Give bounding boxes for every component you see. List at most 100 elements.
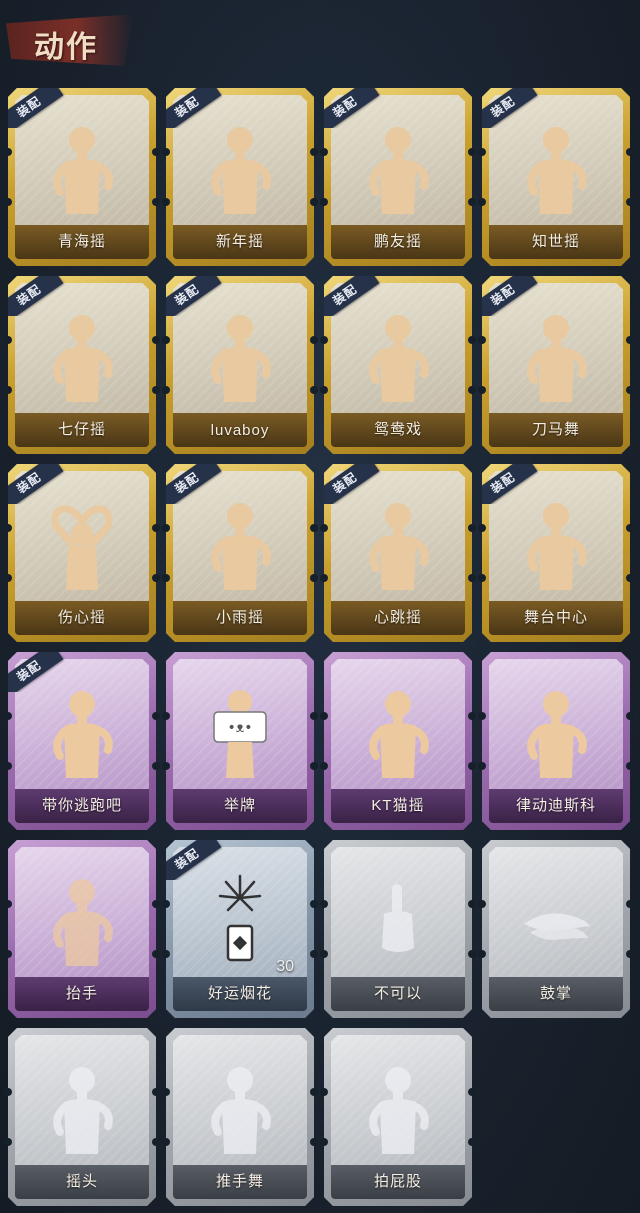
dance-figure-icon bbox=[200, 304, 280, 404]
emote-card[interactable]: KT猫摇 bbox=[320, 652, 476, 830]
equipped-badge-label: 装配 bbox=[482, 464, 538, 504]
frame-notch bbox=[320, 386, 328, 394]
equipped-ribbon: 装配 bbox=[324, 276, 382, 316]
frame-notch bbox=[320, 148, 328, 156]
frame-notch bbox=[310, 386, 318, 394]
emote-card[interactable]: 新年摇 装配 bbox=[162, 88, 318, 266]
frame-notch bbox=[320, 336, 328, 344]
frame-notch bbox=[152, 336, 160, 344]
frame-notch bbox=[4, 762, 12, 770]
dance-figure-icon bbox=[42, 304, 122, 404]
equipped-badge-label: 装配 bbox=[166, 276, 222, 316]
emote-card[interactable]: 不可以 bbox=[320, 840, 476, 1018]
frame-notch bbox=[626, 524, 634, 532]
frame-notch bbox=[320, 524, 328, 532]
frame-notch bbox=[310, 950, 318, 958]
dance-figure-icon bbox=[358, 304, 438, 404]
equipped-ribbon: 装配 bbox=[8, 652, 66, 692]
emote-name: KT猫摇 bbox=[371, 797, 425, 814]
dance-figure-icon bbox=[200, 116, 280, 216]
equipped-ribbon: 装配 bbox=[8, 464, 66, 504]
wagging-finger-icon bbox=[358, 868, 438, 968]
equipped-ribbon: 装配 bbox=[166, 276, 224, 316]
equipped-badge-label: 装配 bbox=[324, 88, 380, 128]
frame-notch bbox=[162, 900, 170, 908]
emote-card[interactable]: 摇头 bbox=[4, 1028, 160, 1206]
emote-card[interactable]: 鸳鸯戏 装配 bbox=[320, 276, 476, 454]
emote-card[interactable]: 心跳摇 装配 bbox=[320, 464, 476, 642]
equipped-badge-label: 装配 bbox=[482, 276, 538, 316]
frame-notch bbox=[478, 524, 486, 532]
frame-notch bbox=[152, 762, 160, 770]
equipped-ribbon: 装配 bbox=[482, 464, 540, 504]
pat-figure-icon bbox=[358, 1056, 438, 1156]
dance-figure-icon bbox=[42, 680, 122, 780]
frame-notch bbox=[162, 1088, 170, 1096]
emote-card[interactable]: luvaboy 装配 bbox=[162, 276, 318, 454]
emote-name: 心跳摇 bbox=[373, 609, 422, 626]
frame-notch bbox=[468, 574, 476, 582]
frame-notch bbox=[152, 574, 160, 582]
emote-card[interactable]: 刀马舞 装配 bbox=[478, 276, 634, 454]
emote-card[interactable]: 抬手 bbox=[4, 840, 160, 1018]
frame-notch bbox=[478, 336, 486, 344]
frame-notch bbox=[162, 336, 170, 344]
emote-card[interactable]: 青海摇 装配 bbox=[4, 88, 160, 266]
frame-notch bbox=[310, 762, 318, 770]
emote-card[interactable]: 推手舞 bbox=[162, 1028, 318, 1206]
frame-notch bbox=[320, 1138, 328, 1146]
emote-card[interactable]: 舞台中心 装配 bbox=[478, 464, 634, 642]
emote-name: 鸳鸯戏 bbox=[373, 421, 422, 438]
equipped-ribbon: 装配 bbox=[482, 88, 540, 128]
frame-notch bbox=[320, 762, 328, 770]
emote-card[interactable]: 拍屁股 bbox=[320, 1028, 476, 1206]
frame-notch bbox=[468, 712, 476, 720]
equipped-ribbon: 装配 bbox=[8, 276, 66, 316]
emote-card[interactable]: •ᴥ• 举牌 bbox=[162, 652, 318, 830]
dance-figure-icon bbox=[42, 116, 122, 216]
frame-notch bbox=[626, 148, 634, 156]
frame-notch bbox=[468, 762, 476, 770]
emote-name: 不可以 bbox=[373, 985, 422, 1002]
frame-notch bbox=[162, 574, 170, 582]
equipped-ribbon: 装配 bbox=[8, 88, 66, 128]
emote-name: 舞台中心 bbox=[523, 609, 588, 626]
emote-name: 推手舞 bbox=[215, 1173, 264, 1190]
emote-card[interactable]: 鼓掌 bbox=[478, 840, 634, 1018]
emote-card[interactable]: 鹏友摇 装配 bbox=[320, 88, 476, 266]
emote-card[interactable]: 带你逃跑吧 装配 bbox=[4, 652, 160, 830]
frame-notch bbox=[478, 762, 486, 770]
frame-notch bbox=[152, 386, 160, 394]
frame-notch bbox=[4, 148, 12, 156]
frame-notch bbox=[310, 336, 318, 344]
frame-notch bbox=[468, 950, 476, 958]
frame-notch bbox=[152, 1088, 160, 1096]
emote-name: 抬手 bbox=[65, 985, 98, 1002]
emote-card[interactable]: 好运烟花 30 装配 bbox=[162, 840, 318, 1018]
equipped-badge-label: 装配 bbox=[8, 88, 64, 128]
frame-notch bbox=[626, 198, 634, 206]
frame-notch bbox=[4, 950, 12, 958]
emote-name: 新年摇 bbox=[215, 233, 264, 250]
frame-notch bbox=[468, 386, 476, 394]
dance-figure-icon bbox=[516, 304, 596, 404]
emote-name: 鼓掌 bbox=[539, 985, 572, 1002]
emote-card[interactable]: 小雨摇 装配 bbox=[162, 464, 318, 642]
frame-notch bbox=[4, 900, 12, 908]
emote-name: 律动迪斯科 bbox=[515, 797, 596, 814]
equipped-ribbon: 装配 bbox=[324, 88, 382, 128]
equipped-ribbon: 装配 bbox=[324, 464, 382, 504]
emote-card[interactable]: 知世摇 装配 bbox=[478, 88, 634, 266]
frame-notch bbox=[152, 1138, 160, 1146]
frame-notch bbox=[468, 524, 476, 532]
frame-notch bbox=[152, 524, 160, 532]
frame-notch bbox=[162, 762, 170, 770]
emote-card[interactable]: 七仔摇 装配 bbox=[4, 276, 160, 454]
page-title: 动作 bbox=[34, 31, 98, 64]
emote-card[interactable]: 律动迪斯科 bbox=[478, 652, 634, 830]
push-hand-figure-icon bbox=[200, 1056, 280, 1156]
emote-card[interactable]: 伤心摇 装配 bbox=[4, 464, 160, 642]
frame-notch bbox=[468, 336, 476, 344]
emote-name: 伤心摇 bbox=[57, 609, 106, 626]
disco-figure-icon bbox=[516, 680, 596, 780]
